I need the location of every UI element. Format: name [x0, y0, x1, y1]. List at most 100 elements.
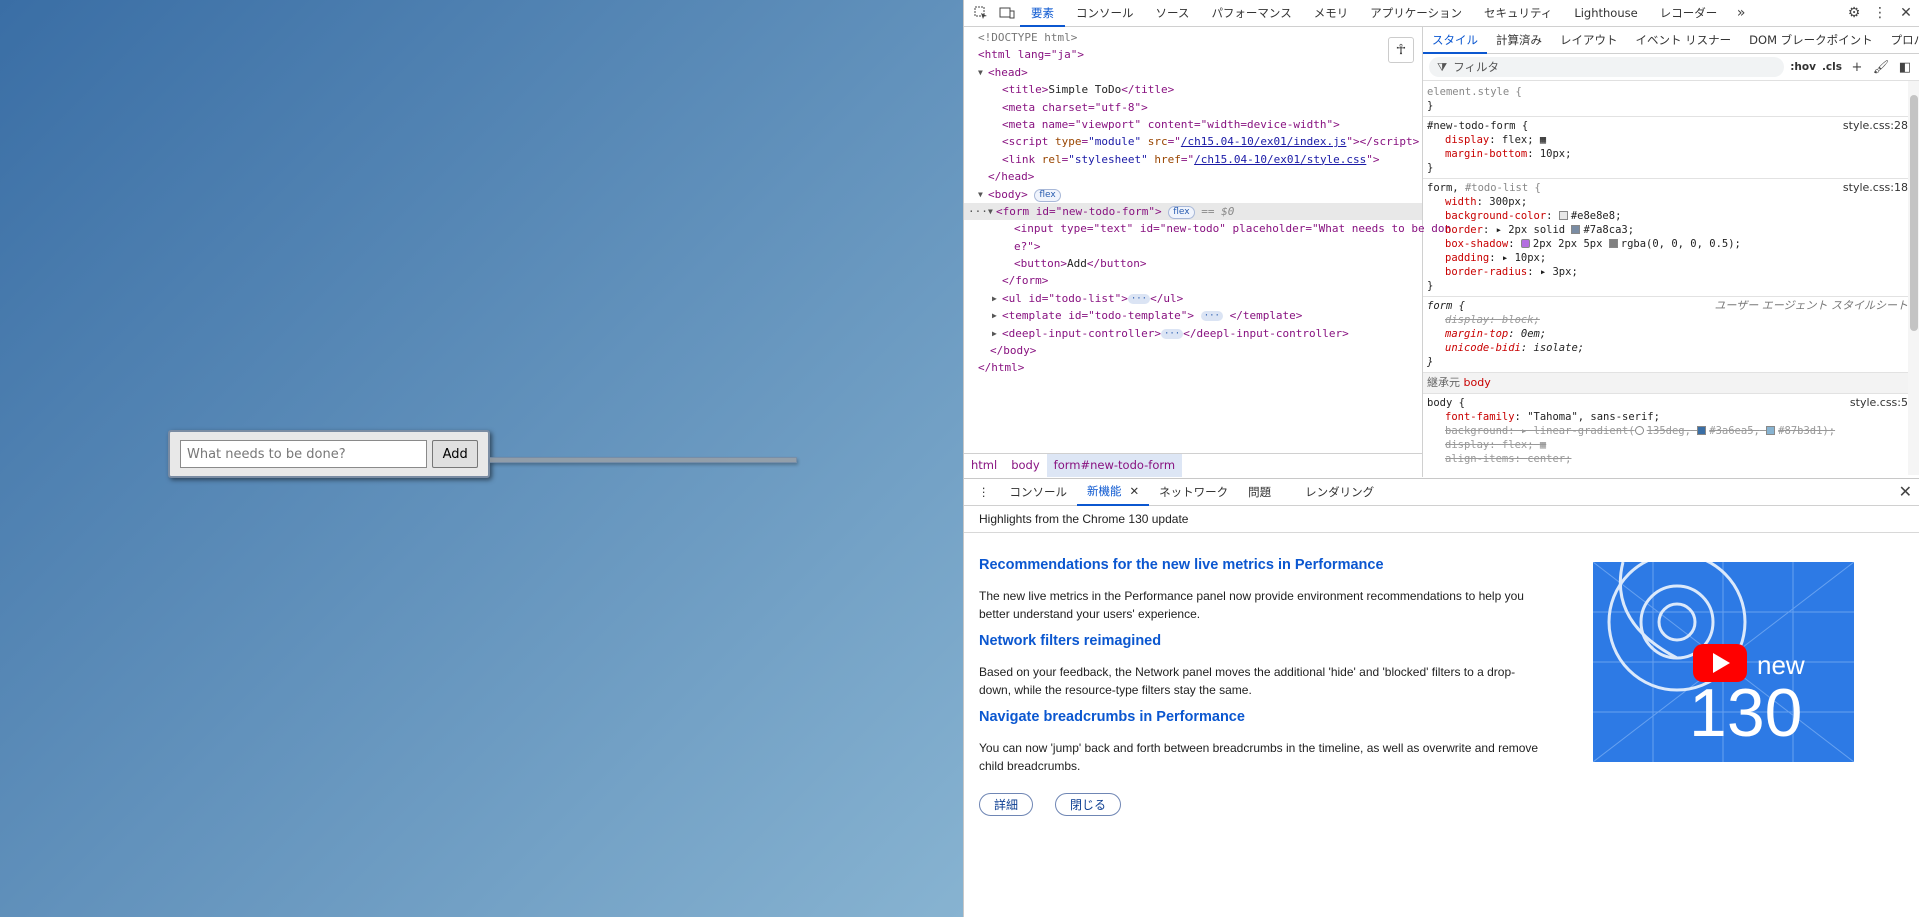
- dom-input[interactable]: <input type="text" id="new-todo" placeho…: [964, 220, 1451, 237]
- color-swatch[interactable]: [1697, 426, 1707, 435]
- breadcrumb-form[interactable]: form#new-todo-form: [1046, 454, 1183, 477]
- breadcrumb-html[interactable]: html: [964, 454, 1004, 477]
- dismiss-button[interactable]: 閉じる: [1055, 793, 1122, 816]
- flex-editor-icon[interactable]: ▦: [1540, 134, 1546, 146]
- tab-sources[interactable]: ソース: [1145, 0, 1201, 27]
- whats-new-title[interactable]: Network filters reimagined: [979, 633, 1544, 649]
- dom-meta-charset[interactable]: <meta charset="utf-8">: [964, 99, 1422, 116]
- cls-toggle[interactable]: .cls: [1822, 61, 1842, 73]
- device-toolbar-icon[interactable]: [994, 0, 1020, 26]
- tab-lighthouse[interactable]: Lighthouse: [1563, 0, 1648, 27]
- tab-layout[interactable]: レイアウト: [1551, 27, 1627, 54]
- node-actions-icon[interactable]: ···: [968, 203, 988, 220]
- new-todo-form-rule[interactable]: #new-todo-form { style.css:28 display: f…: [1423, 117, 1919, 179]
- details-button[interactable]: 詳細: [979, 793, 1034, 816]
- drawer-tab-console[interactable]: コンソール: [1000, 479, 1078, 506]
- accessibility-tree-icon[interactable]: ☥: [1388, 37, 1414, 63]
- drawer-tab-issues[interactable]: 問題: [1238, 479, 1281, 506]
- hov-toggle[interactable]: :hov: [1790, 61, 1816, 73]
- collapse-triangle-icon[interactable]: ▶: [992, 290, 997, 307]
- tab-styles[interactable]: スタイル: [1423, 27, 1487, 54]
- dom-head-close[interactable]: </head>: [964, 168, 1422, 185]
- chrome-130-video-thumbnail[interactable]: new 130: [1593, 562, 1854, 762]
- flex-badge[interactable]: flex: [1168, 205, 1195, 219]
- source-link[interactable]: style.css:5: [1850, 396, 1908, 410]
- breadcrumb-body[interactable]: body: [1004, 454, 1046, 477]
- dom-form-close[interactable]: </form>: [964, 272, 1422, 289]
- dom-body-close[interactable]: </body>: [964, 342, 1422, 359]
- collapse-triangle-icon[interactable]: ▶: [992, 307, 997, 324]
- dom-form-selected[interactable]: ··· ▼ <form id="new-todo-form"> flex == $0: [964, 202, 1422, 221]
- color-swatch[interactable]: [1558, 211, 1568, 220]
- dom-button[interactable]: <button>Add</button>: [964, 255, 1422, 272]
- paint-brush-icon[interactable]: 🖌: [1872, 60, 1890, 75]
- dom-html[interactable]: <html lang="ja">: [964, 46, 1422, 63]
- drawer-menu-icon[interactable]: ⋮: [968, 479, 1000, 506]
- collapse-triangle-icon[interactable]: ▶: [992, 325, 997, 342]
- drawer-tab-network[interactable]: ネットワーク: [1149, 479, 1238, 506]
- tab-computed[interactable]: 計算済み: [1487, 27, 1551, 54]
- tab-event-listeners[interactable]: イベント リスナー: [1627, 27, 1741, 54]
- close-tab-icon[interactable]: ✕: [1130, 478, 1140, 505]
- customize-menu-icon[interactable]: ⋮: [1867, 0, 1893, 26]
- dom-template[interactable]: ▶ <template id="todo-template"> ··· </tem…: [964, 307, 1422, 324]
- ellipsis-badge[interactable]: ···: [1127, 293, 1151, 304]
- tab-performance[interactable]: パフォーマンス: [1200, 0, 1302, 27]
- dom-title[interactable]: <title>Simple ToDo</title>: [964, 81, 1422, 98]
- tab-elements[interactable]: 要素: [1020, 0, 1065, 27]
- more-tabs-icon[interactable]: »: [1728, 0, 1754, 26]
- dom-link[interactable]: <link rel="stylesheet" href="/ch15.04-10…: [964, 151, 1422, 168]
- dom-body[interactable]: ▼ <body> flex: [964, 186, 1422, 203]
- styles-filter-input[interactable]: ⧩ フィルタ: [1429, 57, 1785, 77]
- drawer-tab-whats-new[interactable]: 新機能 ✕: [1077, 478, 1150, 506]
- close-devtools-icon[interactable]: ✕: [1893, 0, 1919, 26]
- dom-head[interactable]: ▼ <head>: [964, 64, 1422, 81]
- whats-new-title[interactable]: Navigate breadcrumbs in Performance: [979, 709, 1544, 725]
- tab-properties[interactable]: プロパティ: [1882, 27, 1919, 54]
- tab-memory[interactable]: メモリ: [1303, 0, 1360, 27]
- new-todo-input[interactable]: [180, 440, 428, 468]
- script-src-link[interactable]: /ch15.04-10/ex01/index.js: [1181, 135, 1347, 148]
- tab-security[interactable]: セキュリティ: [1473, 0, 1563, 27]
- styles-scrollbar[interactable]: [1908, 81, 1919, 475]
- dom-script[interactable]: <script type="module" src="/ch15.04-10/e…: [964, 133, 1422, 150]
- ellipsis-badge[interactable]: ···: [1200, 311, 1223, 322]
- color-swatch[interactable]: [1571, 225, 1581, 234]
- close-drawer-icon[interactable]: ✕: [1899, 482, 1912, 501]
- dom-deepl[interactable]: ▶ <deepl-input-controller> ··· </deepl-inpu…: [964, 325, 1422, 342]
- dom-doctype[interactable]: <!DOCTYPE html>: [964, 29, 1422, 46]
- stylesheet-href-link[interactable]: /ch15.04-10/ex01/style.css: [1194, 153, 1366, 166]
- color-swatch[interactable]: [1766, 426, 1776, 435]
- add-button[interactable]: Add: [432, 440, 478, 468]
- scrollbar-thumb[interactable]: [1910, 95, 1918, 331]
- body-rule[interactable]: body { style.css:5 font-family: "Tahoma"…: [1423, 394, 1919, 469]
- ellipsis-badge[interactable]: ···: [1160, 328, 1184, 339]
- angle-icon[interactable]: [1634, 426, 1644, 435]
- expand-triangle-icon[interactable]: ▼: [978, 64, 983, 81]
- dom-ul[interactable]: ▶ <ul id="todo-list"> ··· </ul>: [964, 290, 1422, 307]
- settings-gear-icon[interactable]: ⚙: [1841, 0, 1867, 26]
- whats-new-title[interactable]: Recommendations for the new live metrics…: [979, 557, 1544, 573]
- tab-recorder[interactable]: レコーダー: [1649, 0, 1729, 27]
- form-todo-list-rule[interactable]: form, #todo-list { style.css:18 width: 3…: [1423, 179, 1919, 297]
- drawer-tab-rendering[interactable]: レンダリング: [1281, 479, 1384, 506]
- dom-meta-viewport[interactable]: <meta name="viewport" content="width=dev…: [964, 116, 1422, 133]
- expand-triangle-icon[interactable]: ▼: [978, 186, 983, 203]
- toggle-sidebar-icon[interactable]: ◧: [1896, 60, 1914, 75]
- tab-dom-breakpoints[interactable]: DOM ブレークポイント: [1740, 27, 1881, 54]
- source-link[interactable]: style.css:28: [1843, 119, 1908, 133]
- inherited-body-link[interactable]: body: [1464, 376, 1491, 389]
- element-style-rule[interactable]: element.style { }: [1423, 83, 1919, 117]
- tab-application[interactable]: アプリケーション: [1359, 0, 1473, 27]
- new-rule-icon[interactable]: +: [1848, 60, 1866, 75]
- expand-triangle-icon[interactable]: ▼: [988, 203, 993, 220]
- flex-badge[interactable]: flex: [1034, 188, 1061, 202]
- dom-input-cont[interactable]: e?">: [964, 238, 1422, 255]
- flex-editor-icon[interactable]: ▦: [1540, 439, 1546, 451]
- dom-html-close[interactable]: </html>: [964, 359, 1422, 376]
- user-agent-form-rule[interactable]: form { ユーザー エージェント スタイルシート display: bloc…: [1423, 297, 1919, 373]
- tab-console[interactable]: コンソール: [1065, 0, 1145, 27]
- color-swatch[interactable]: [1608, 239, 1618, 248]
- shadow-editor-icon[interactable]: [1520, 239, 1530, 248]
- source-link[interactable]: style.css:18: [1843, 181, 1908, 195]
